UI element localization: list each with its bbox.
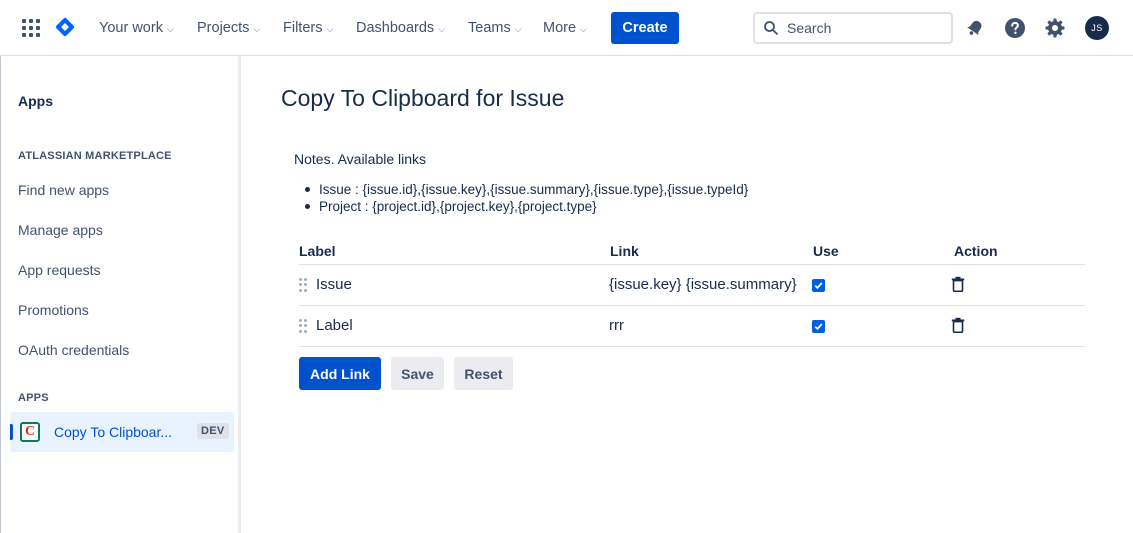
nav-teams[interactable]: Teams ⌵ bbox=[468, 18, 522, 38]
sidebar-title: Apps bbox=[18, 93, 53, 109]
sidebar-item-manage-apps[interactable]: Manage apps bbox=[18, 222, 103, 238]
chevron-down-icon: ⌵ bbox=[166, 23, 174, 34]
nav-dashboards-label: Dashboards bbox=[356, 20, 435, 36]
list-item: Issue : {issue.id},{issue.key},{issue.su… bbox=[294, 181, 748, 198]
settings-icon[interactable] bbox=[1043, 16, 1067, 40]
save-button[interactable]: Save bbox=[391, 357, 444, 390]
sidebar-app-label: Copy To Clipboar... bbox=[54, 424, 173, 440]
row-link[interactable]: rrr bbox=[609, 317, 803, 334]
use-checkbox[interactable] bbox=[812, 279, 825, 292]
column-header-action: Action bbox=[954, 243, 998, 259]
column-header-label: Label bbox=[299, 243, 336, 259]
sidebar-item-promotions[interactable]: Promotions bbox=[18, 302, 89, 318]
chevron-down-icon: ⌵ bbox=[438, 23, 446, 34]
sidebar-item-copy-to-clipboard[interactable]: C Copy To Clipboar... DEV bbox=[10, 412, 234, 452]
delete-button[interactable] bbox=[951, 276, 965, 293]
nav-teams-label: Teams bbox=[468, 20, 511, 36]
help-icon[interactable] bbox=[1003, 16, 1027, 40]
nav-projects[interactable]: Projects ⌵ bbox=[197, 18, 260, 38]
chevron-down-icon: ⌵ bbox=[580, 23, 587, 34]
sidebar-heading-apps: APPS bbox=[18, 392, 49, 404]
chevron-down-icon: ⌵ bbox=[326, 23, 334, 34]
check-icon bbox=[814, 282, 823, 290]
page-title: Copy To Clipboard for Issue bbox=[281, 85, 565, 111]
search-icon bbox=[764, 21, 778, 35]
row-label[interactable]: Issue bbox=[316, 276, 352, 293]
nav-more-label: More bbox=[543, 20, 577, 36]
chevron-down-icon: ⌵ bbox=[253, 23, 261, 34]
table-row: Issue {issue.key} {issue.summary} bbox=[299, 265, 1085, 306]
notifications-icon[interactable] bbox=[963, 16, 987, 40]
dev-badge: DEV bbox=[197, 423, 229, 439]
selected-indicator bbox=[10, 424, 13, 440]
sidebar-heading-marketplace: ATLASSIAN MARKETPLACE bbox=[18, 150, 172, 162]
chevron-down-icon: ⌵ bbox=[514, 23, 522, 34]
nav-more[interactable]: More ⌵ bbox=[543, 18, 587, 38]
nav-dashboards[interactable]: Dashboards ⌵ bbox=[356, 18, 445, 38]
list-item: Project : {project.id},{project.key},{pr… bbox=[294, 198, 748, 215]
create-button[interactable]: Create bbox=[611, 12, 679, 44]
table-row: Label rrr bbox=[299, 306, 1085, 347]
top-navigation: Your work ⌵ Projects ⌵ Filters ⌵ Dashboards… bbox=[0, 0, 1133, 56]
add-link-button[interactable]: Add Link bbox=[299, 357, 381, 390]
nav-filters-label: Filters bbox=[283, 20, 323, 36]
row-link[interactable]: {issue.key} {issue.summary} bbox=[609, 276, 803, 293]
app-switcher-icon[interactable] bbox=[20, 17, 42, 39]
notes-list: Issue : {issue.id},{issue.key},{issue.su… bbox=[294, 181, 748, 215]
sidebar-item-app-requests[interactable]: App requests bbox=[18, 262, 101, 278]
nav-projects-label: Projects bbox=[197, 20, 250, 36]
drag-handle-icon[interactable] bbox=[299, 319, 307, 333]
notes-title: Notes. Available links bbox=[294, 151, 427, 167]
check-icon bbox=[814, 323, 823, 331]
reset-button[interactable]: Reset bbox=[454, 357, 513, 390]
sidebar-item-find-new-apps[interactable]: Find new apps bbox=[18, 182, 109, 198]
sidebar: Apps ATLASSIAN MARKETPLACE Find new apps… bbox=[0, 56, 241, 533]
nav-filters[interactable]: Filters ⌵ bbox=[283, 18, 333, 38]
use-checkbox[interactable] bbox=[812, 320, 825, 333]
column-header-use: Use bbox=[813, 243, 839, 259]
nav-your-work[interactable]: Your work ⌵ bbox=[99, 18, 174, 38]
search-placeholder: Search bbox=[787, 20, 832, 36]
column-header-link: Link bbox=[610, 243, 639, 259]
delete-button[interactable] bbox=[951, 317, 965, 334]
jira-logo-icon[interactable] bbox=[54, 16, 76, 38]
sidebar-item-oauth-credentials[interactable]: OAuth credentials bbox=[18, 342, 129, 358]
row-label[interactable]: Label bbox=[316, 317, 353, 334]
avatar[interactable]: JS bbox=[1085, 16, 1109, 40]
trash-icon bbox=[951, 317, 965, 334]
search-input[interactable]: Search bbox=[753, 12, 953, 44]
drag-handle-icon[interactable] bbox=[299, 278, 307, 292]
app-c-icon: C bbox=[20, 422, 40, 442]
nav-your-work-label: Your work bbox=[99, 20, 163, 36]
trash-icon bbox=[951, 276, 965, 293]
